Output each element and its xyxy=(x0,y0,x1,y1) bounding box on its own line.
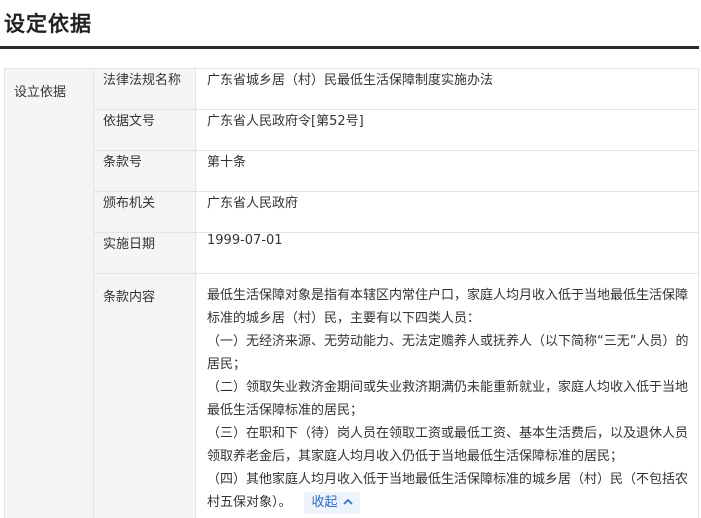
table-row: 依据文号 广东省人民政府令[第52号] xyxy=(5,109,699,151)
clause-content: 最低生活保障对象是指有本辖区内常住户口，家庭人均月收入低于当地最低生活保障标准的… xyxy=(195,273,699,518)
field-value-effective-date: 1999-07-01 xyxy=(195,232,699,274)
collapse-button[interactable]: 收起 xyxy=(303,492,360,514)
field-value-issuing-authority: 广东省人民政府 xyxy=(195,191,699,233)
field-label-doc-number: 依据文号 xyxy=(93,109,196,151)
section-title: 设定依据 xyxy=(4,12,92,36)
clause-paragraph: （三）在职和下（待）岗人员在领取工资或最低工资、基本生活费后，以及退休人员领取养… xyxy=(207,426,689,464)
field-label-issuing-authority: 颁布机关 xyxy=(93,191,196,233)
group-label: 设立依据 xyxy=(4,68,94,518)
chevron-up-icon xyxy=(342,492,353,514)
table-row: 颁布机关 广东省人民政府 xyxy=(5,191,699,233)
field-label-clause-content: 条款内容 xyxy=(93,273,196,518)
table-row: 条款号 第十条 xyxy=(5,150,699,192)
basis-table: 设立依据 法律法规名称 广东省城乡居（村）民最低生活保障制度实施办法 依据文号 … xyxy=(4,68,699,518)
field-value-law-name: 广东省城乡居（村）民最低生活保障制度实施办法 xyxy=(195,68,699,110)
collapse-label: 收起 xyxy=(311,495,338,510)
field-label-law-name: 法律法规名称 xyxy=(93,68,196,110)
clause-paragraph: （四）其他家庭人均月收入低于当地最低生活保障标准的城乡居（村）民（不包括农村五保… xyxy=(207,472,689,510)
table-row: 设立依据 法律法规名称 广东省城乡居（村）民最低生活保障制度实施办法 xyxy=(4,68,699,518)
clause-paragraph: （一）无经济来源、无劳动能力、无法定赡养人或抚养人（以下简称“三无”人员）的居民… xyxy=(207,334,689,372)
field-label-clause-number: 条款号 xyxy=(93,150,196,192)
table-row: 条款内容 最低生活保障对象是指有本辖区内常住户口，家庭人均月收入低于当地最低生活… xyxy=(5,273,699,518)
clause-paragraph: 最低生活保障对象是指有本辖区内常住户口，家庭人均月收入低于当地最低生活保障标准的… xyxy=(207,288,689,326)
field-value-doc-number: 广东省人民政府令[第52号] xyxy=(195,109,699,151)
page: 设定依据 设立依据 法律法规名称 广东省城乡居（村）民最低生活保障制度实施办法 … xyxy=(0,0,701,518)
title-divider xyxy=(0,46,699,49)
clause-paragraph: （二）领取失业救济金期间或失业救济期满仍未能重新就业，家庭人均收入低于当地最低生… xyxy=(207,380,689,418)
field-label-effective-date: 实施日期 xyxy=(93,232,196,274)
field-value-clause-number: 第十条 xyxy=(195,150,699,192)
table-row: 实施日期 1999-07-01 xyxy=(5,232,699,274)
